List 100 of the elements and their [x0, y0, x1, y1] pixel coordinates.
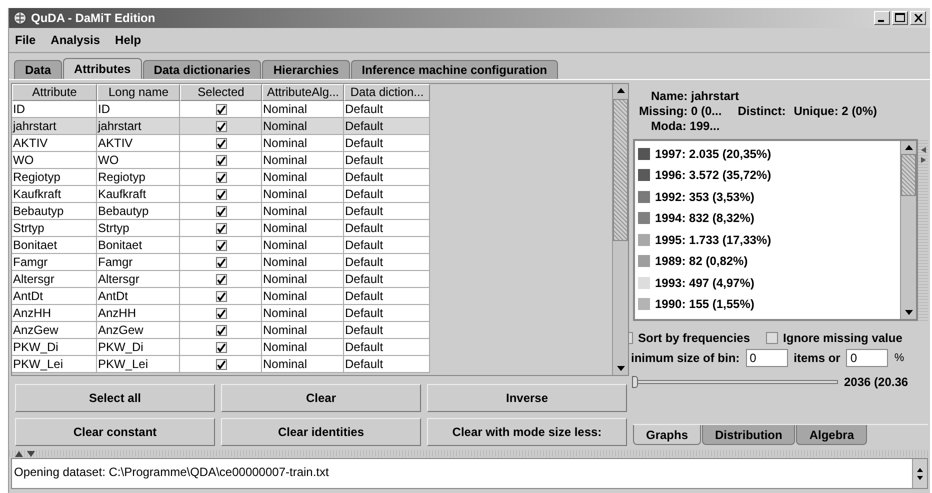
- log-text: Opening dataset: C:\Programme\QDA\ce00000007-train.txt: [14, 465, 329, 479]
- up-arrow-icon[interactable]: [904, 145, 912, 150]
- legend-label[interactable]: 1990: 155 (1,55%): [655, 297, 754, 312]
- checkbox[interactable]: [216, 188, 226, 200]
- tab[interactable]: Graphs: [633, 425, 702, 445]
- checkbox[interactable]: [216, 290, 226, 302]
- action-button[interactable]: Clear: [221, 384, 421, 412]
- table-cell: jahrstart: [97, 118, 180, 135]
- table-cell: AKTIV: [97, 135, 180, 152]
- table-cell: Strtyp: [97, 220, 180, 237]
- legend-label[interactable]: 1994: 832 (8,32%): [655, 211, 754, 226]
- table-cell: Bebautyp: [12, 203, 97, 220]
- menu-item[interactable]: Help: [115, 33, 142, 47]
- column-header[interactable]: Attribute: [12, 84, 97, 101]
- scrollbar[interactable]: [612, 84, 628, 375]
- checkbox[interactable]: [216, 274, 226, 284]
- table-cell: AnzHH: [97, 305, 180, 322]
- checkbox-label: Ignore missing value: [783, 331, 902, 345]
- menu-item[interactable]: File: [15, 33, 36, 47]
- bin-label: items or: [794, 351, 840, 365]
- table-cell: Nominal: [262, 271, 344, 288]
- legend-label[interactable]: 1995: 1.733 (17,33%): [655, 232, 772, 247]
- action-button[interactable]: Inverse: [427, 384, 627, 412]
- checkbox[interactable]: [216, 120, 226, 132]
- table-cell: Nominal: [262, 118, 344, 135]
- scrollbar[interactable]: [900, 141, 916, 319]
- scroll-thumb[interactable]: [901, 154, 916, 196]
- table-cell: AnzGew: [97, 322, 180, 339]
- checkbox[interactable]: [216, 222, 226, 234]
- table-cell: Famgr: [97, 254, 180, 271]
- action-button[interactable]: Clear constant: [15, 418, 215, 446]
- down-arrow-icon[interactable]: [616, 366, 624, 371]
- up-arrow-icon[interactable]: [616, 88, 624, 93]
- tab[interactable]: Attributes: [63, 58, 142, 79]
- legend-label[interactable]: 1989: 82 (0,82%): [655, 254, 748, 268]
- checkbox[interactable]: [629, 332, 633, 344]
- checkbox[interactable]: [216, 256, 226, 268]
- table-cell: Kaufkraft: [97, 186, 180, 203]
- column-header[interactable]: AttributeAlg...: [262, 84, 344, 101]
- column-header[interactable]: Data diction...: [344, 84, 430, 101]
- legend-label[interactable]: 1992: 353 (3,53%): [655, 190, 754, 204]
- minimize-button[interactable]: [874, 11, 890, 25]
- checkbox[interactable]: [216, 206, 226, 216]
- info-text: Name: jahrstart: [650, 89, 740, 103]
- checkbox[interactable]: [216, 308, 226, 318]
- table-cell: AnzHH: [12, 305, 97, 322]
- column-header[interactable]: Selected: [180, 84, 262, 101]
- menu-item[interactable]: Analysis: [50, 33, 100, 47]
- info-text: Moda: 199...: [650, 119, 721, 133]
- info-text: Missing: 0 (0...: [639, 104, 722, 118]
- slider[interactable]: [633, 376, 838, 388]
- close-button[interactable]: [910, 11, 926, 25]
- column-header[interactable]: Long name: [97, 84, 180, 101]
- table-cell: AntDt: [12, 288, 97, 305]
- checkbox[interactable]: [216, 342, 226, 352]
- info-text: Unique: 2 (0%): [794, 104, 878, 118]
- tab[interactable]: Hierarchies: [262, 60, 350, 79]
- tab[interactable]: Data dictionaries: [142, 60, 262, 79]
- table-cell: Nominal: [262, 339, 344, 356]
- checkbox[interactable]: [216, 324, 226, 336]
- table-cell: Strtyp: [12, 220, 97, 237]
- checkbox-label: Sort by frequencies: [638, 331, 750, 345]
- scroll-thumb[interactable]: [613, 99, 628, 241]
- expand-arrows-icon[interactable]: [15, 450, 37, 456]
- table-cell: Famgr: [12, 254, 97, 271]
- table-cell: WO: [12, 152, 97, 169]
- table-cell: Nominal: [262, 305, 344, 322]
- table-cell: Nominal: [262, 356, 344, 373]
- checkbox[interactable]: [216, 358, 226, 370]
- checkbox[interactable]: [216, 154, 226, 166]
- tab[interactable]: Algebra: [796, 425, 868, 445]
- tab[interactable]: Data: [14, 60, 62, 79]
- table-cell: Bebautyp: [97, 203, 180, 220]
- spin-arrows-icon[interactable]: [917, 468, 923, 480]
- down-arrow-icon[interactable]: [904, 310, 912, 315]
- unit-label: %: [894, 352, 904, 364]
- checkbox[interactable]: [216, 138, 226, 148]
- tab[interactable]: Inference machine configuration: [350, 60, 558, 79]
- slider-thumb[interactable]: [632, 376, 638, 388]
- checkbox[interactable]: [216, 240, 226, 250]
- tab[interactable]: Distribution: [702, 425, 796, 445]
- checkbox[interactable]: [216, 172, 226, 182]
- input-field[interactable]: 0: [746, 349, 788, 367]
- checkbox[interactable]: [216, 104, 226, 114]
- bin-label: inimum size of bin:: [631, 351, 740, 365]
- table-cell: Altersgr: [97, 271, 180, 288]
- legend-label[interactable]: 1996: 3.572 (35,72%): [655, 168, 772, 182]
- collapse-arrows-icon[interactable]: [920, 147, 926, 163]
- legend-label[interactable]: 1993: 497 (4,97%): [655, 276, 754, 290]
- input-field[interactable]: 0: [846, 349, 888, 367]
- legend-label[interactable]: 1997: 2.035 (20,35%): [655, 146, 772, 161]
- table-cell: Nominal: [262, 186, 344, 203]
- window-title: QuDA - DaMiT Edition: [31, 11, 156, 25]
- checkbox[interactable]: [766, 332, 778, 344]
- table-cell: Nominal: [262, 169, 344, 186]
- action-button[interactable]: Clear with mode size less:: [427, 418, 627, 446]
- action-button[interactable]: Clear identities: [221, 418, 421, 446]
- scrollbar[interactable]: [912, 459, 927, 488]
- maximize-button[interactable]: [892, 11, 908, 25]
- action-button[interactable]: Select all: [15, 384, 215, 412]
